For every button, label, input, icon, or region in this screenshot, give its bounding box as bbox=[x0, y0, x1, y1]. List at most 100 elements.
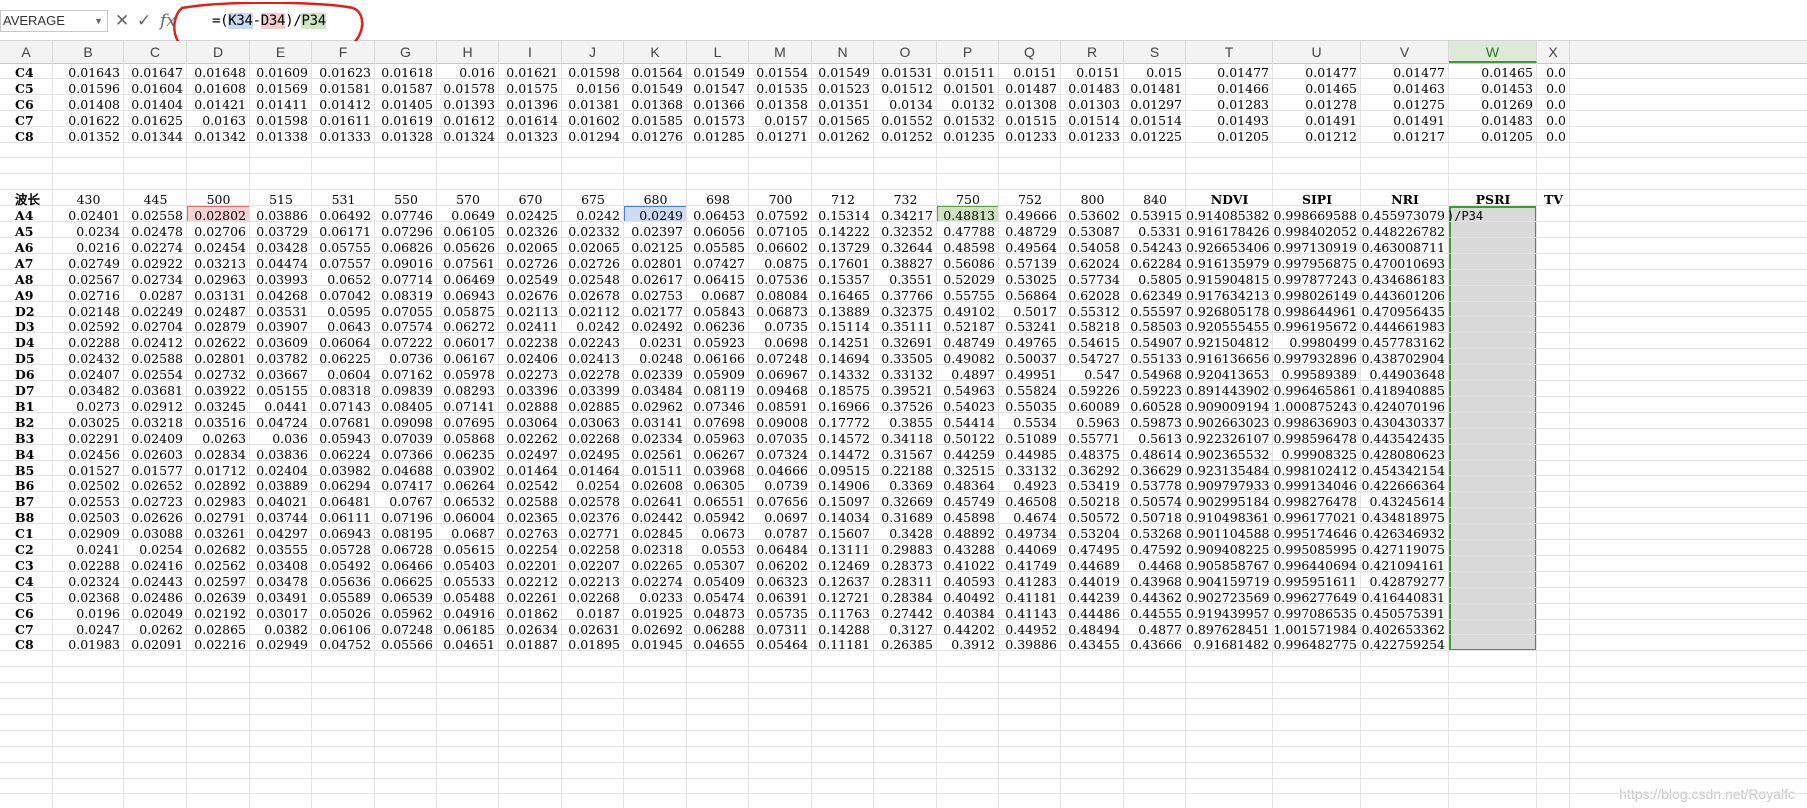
grid-line bbox=[0, 729, 1807, 731]
data-cell[interactable]: 0.43455 bbox=[1061, 636, 1124, 654]
column-header-j[interactable]: J bbox=[562, 41, 624, 63]
data-cell[interactable]: 0.01344 bbox=[124, 128, 187, 146]
data-cell[interactable]: 0.01285 bbox=[687, 128, 749, 146]
grid-line bbox=[0, 777, 1807, 779]
data-cell[interactable]: 0.01983 bbox=[53, 636, 124, 654]
grid-line bbox=[0, 713, 1807, 715]
data-cell[interactable]: 0.01233 bbox=[1061, 128, 1124, 146]
data-cell[interactable]: 0.01324 bbox=[437, 128, 499, 146]
cancel-icon[interactable]: ✕ bbox=[115, 10, 129, 32]
data-cell[interactable]: 0.01945 bbox=[624, 636, 687, 654]
data-cell[interactable]: 0.02216 bbox=[187, 636, 250, 654]
data-cell[interactable]: 0.422759254 bbox=[1361, 636, 1449, 654]
data-cell[interactable]: 0.01276 bbox=[624, 128, 687, 146]
column-header-o[interactable]: O bbox=[874, 41, 937, 63]
data-cell[interactable]: 0.01225 bbox=[1124, 128, 1186, 146]
data-cell[interactable]: 0.39886 bbox=[999, 636, 1061, 654]
column-header-h[interactable]: H bbox=[437, 41, 499, 63]
grid-line bbox=[0, 745, 1807, 747]
data-cell[interactable]: 0.91681482 bbox=[1186, 636, 1273, 654]
selected-range-psri[interactable] bbox=[1449, 206, 1537, 652]
formula-bar: AVERAGE ▼ ✕ ✓ fx =(K34-D34)/P34 bbox=[0, 0, 1807, 58]
column-header-q[interactable]: Q bbox=[999, 41, 1061, 63]
index-header[interactable]: TV bbox=[1537, 191, 1570, 209]
formula-part: )/ bbox=[285, 13, 302, 29]
index-header[interactable]: PSRI bbox=[1449, 191, 1537, 209]
data-cell[interactable]: 0.01328 bbox=[375, 128, 437, 146]
data-cell[interactable]: 0.01271 bbox=[749, 128, 812, 146]
data-cell[interactable]: 0.05566 bbox=[375, 636, 437, 654]
column-header-d[interactable]: D bbox=[187, 41, 250, 63]
data-cell[interactable]: 0.01887 bbox=[499, 636, 562, 654]
grid-line bbox=[0, 189, 1807, 191]
enter-icon[interactable]: ✓ bbox=[137, 10, 151, 32]
data-cell[interactable]: 0.3912 bbox=[937, 636, 999, 654]
formula-ref-k: K34 bbox=[228, 13, 253, 29]
data-cell[interactable]: 0.26385 bbox=[874, 636, 937, 654]
data-cell[interactable]: 0.04655 bbox=[687, 636, 749, 654]
column-header-b[interactable]: B bbox=[53, 41, 124, 63]
column-header-v[interactable]: V bbox=[1361, 41, 1449, 63]
data-cell[interactable]: 0.01217 bbox=[1361, 128, 1449, 146]
column-header-l[interactable]: L bbox=[687, 41, 749, 63]
data-cell[interactable]: 0.04752 bbox=[312, 636, 375, 654]
chevron-down-icon[interactable]: ▼ bbox=[94, 11, 103, 31]
editing-cell-text[interactable]: )/P34 bbox=[1447, 207, 1483, 225]
column-header-k[interactable]: K bbox=[624, 41, 687, 63]
data-cell[interactable]: 0.01262 bbox=[812, 128, 874, 146]
data-cell[interactable]: 0.01342 bbox=[187, 128, 250, 146]
data-cell[interactable]: 0.01212 bbox=[1273, 128, 1361, 146]
column-header-w[interactable]: W bbox=[1449, 41, 1537, 63]
data-cell[interactable]: 0.01352 bbox=[53, 128, 124, 146]
data-cell[interactable]: 0.01233 bbox=[999, 128, 1061, 146]
formula-input[interactable]: =(K34-D34)/P34 bbox=[212, 10, 326, 32]
data-cell[interactable]: 0.11181 bbox=[812, 636, 874, 654]
data-cell[interactable]: 0.02091 bbox=[124, 636, 187, 654]
column-header-a[interactable]: A bbox=[0, 41, 53, 63]
column-header-u[interactable]: U bbox=[1273, 41, 1361, 63]
data-cell[interactable]: 0.01323 bbox=[499, 128, 562, 146]
data-cell[interactable]: 0.996482775 bbox=[1273, 636, 1361, 654]
row-label[interactable]: C8 bbox=[0, 128, 53, 146]
grid-line bbox=[0, 666, 1807, 668]
column-header-n[interactable]: N bbox=[812, 41, 874, 63]
name-box[interactable]: AVERAGE ▼ bbox=[0, 10, 108, 32]
formula-part: =( bbox=[212, 13, 229, 29]
column-header-r[interactable]: R bbox=[1061, 41, 1124, 63]
data-cell[interactable]: 0.01252 bbox=[874, 128, 937, 146]
data-cell[interactable]: 0.01235 bbox=[937, 128, 999, 146]
column-header-e[interactable]: E bbox=[250, 41, 312, 63]
grid-line bbox=[0, 157, 1807, 159]
spreadsheet-grid[interactable]: )/P34 https://blog.csdn.net/Royalfc C4 0.… bbox=[0, 63, 1807, 808]
grid-line bbox=[0, 173, 1807, 175]
column-header-c[interactable]: C bbox=[124, 41, 187, 63]
column-header-f[interactable]: F bbox=[312, 41, 375, 63]
data-cell[interactable]: 0.01895 bbox=[562, 636, 624, 654]
data-cell[interactable]: 0.01205 bbox=[1186, 128, 1273, 146]
data-cell[interactable]: 0.05464 bbox=[749, 636, 812, 654]
grid-line bbox=[0, 761, 1807, 763]
fx-icon[interactable]: fx bbox=[160, 10, 176, 32]
data-cell[interactable]: 0.01294 bbox=[562, 128, 624, 146]
grid-line bbox=[1536, 63, 1537, 808]
row-label[interactable]: C8 bbox=[0, 636, 53, 654]
data-cell[interactable]: 0.04651 bbox=[437, 636, 499, 654]
column-header-g[interactable]: G bbox=[375, 41, 437, 63]
column-header-row: ABCDEFGHIJKLMNOPQRSTUVWX bbox=[0, 41, 1807, 64]
column-header-p[interactable]: P bbox=[937, 41, 999, 63]
data-cell[interactable]: 0.01333 bbox=[312, 128, 375, 146]
column-header-i[interactable]: I bbox=[499, 41, 562, 63]
data-cell[interactable]: 0.01205 bbox=[1449, 128, 1537, 146]
column-header-x[interactable]: X bbox=[1537, 41, 1570, 63]
data-cell[interactable]: 0.0 bbox=[1537, 128, 1570, 146]
grid-line bbox=[0, 682, 1807, 684]
grid-line bbox=[0, 698, 1807, 699]
data-cell[interactable]: 0.02949 bbox=[250, 636, 312, 654]
formula-part: - bbox=[252, 13, 261, 29]
column-header-t[interactable]: T bbox=[1186, 41, 1273, 63]
grid-line bbox=[1569, 63, 1570, 808]
column-header-m[interactable]: M bbox=[749, 41, 812, 63]
data-cell[interactable]: 0.01338 bbox=[250, 128, 312, 146]
data-cell[interactable]: 0.43666 bbox=[1124, 636, 1186, 654]
column-header-s[interactable]: S bbox=[1124, 41, 1186, 63]
